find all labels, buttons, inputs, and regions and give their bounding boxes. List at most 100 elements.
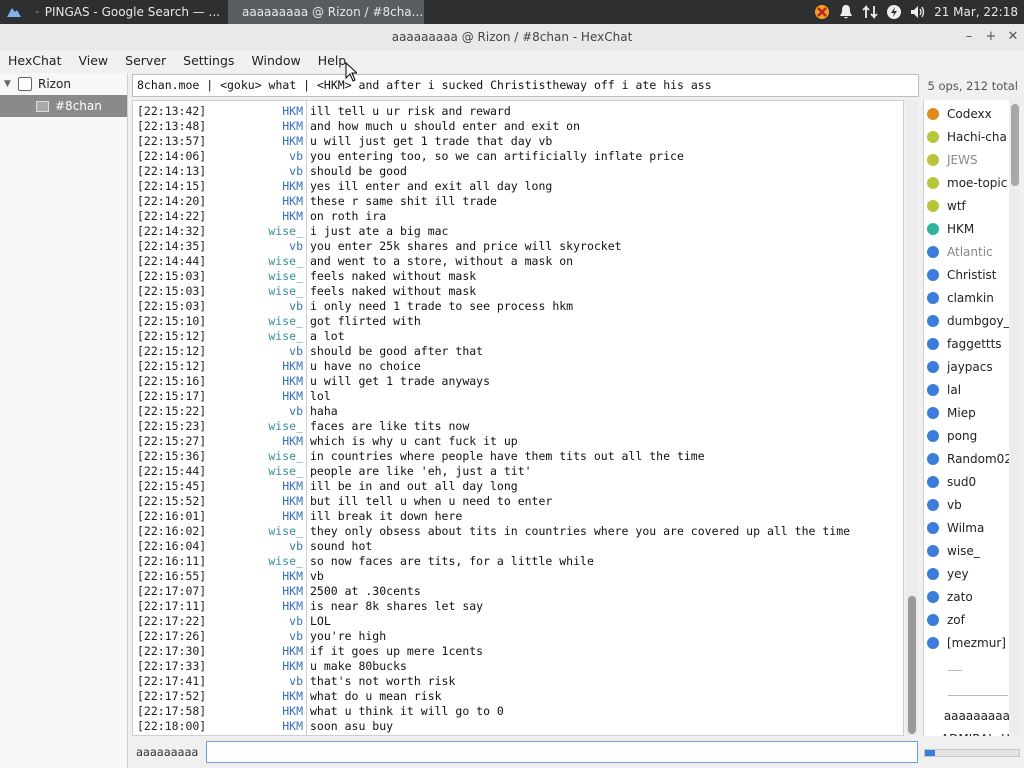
message-nick[interactable]: vb bbox=[225, 239, 303, 254]
user-list-scrollbar-thumb[interactable] bbox=[1011, 104, 1019, 186]
message-input[interactable] bbox=[206, 741, 918, 763]
message-nick[interactable]: HKM bbox=[225, 434, 303, 449]
message-nick[interactable]: vb bbox=[225, 614, 303, 629]
hexchat-tray-icon[interactable] bbox=[814, 4, 830, 20]
message-nick[interactable]: vb bbox=[225, 674, 303, 689]
user-list-item[interactable]: clamkin bbox=[924, 286, 1009, 309]
user-list-item[interactable]: Random024 bbox=[924, 447, 1009, 470]
message-nick[interactable]: wise_ bbox=[225, 524, 303, 539]
taskbar-item-firefox[interactable]: PINGAS - Google Search — ... bbox=[28, 0, 228, 24]
user-list-item[interactable]: sud0 bbox=[924, 470, 1009, 493]
user-list-item[interactable]: [mezmur] bbox=[924, 631, 1009, 654]
message-nick[interactable]: HKM bbox=[225, 479, 303, 494]
tree-server-rizon[interactable]: ▼ Rizon bbox=[0, 73, 127, 95]
user-list-item[interactable]: moe-topic bbox=[924, 171, 1009, 194]
user-list-item[interactable]: HKM bbox=[924, 217, 1009, 240]
user-list-item[interactable]: zof bbox=[924, 608, 1009, 631]
user-list-item[interactable]: Hachi-cha bbox=[924, 125, 1009, 148]
message-nick[interactable]: HKM bbox=[225, 659, 303, 674]
message-nick[interactable]: wise_ bbox=[225, 224, 303, 239]
user-list-item[interactable]: vb bbox=[924, 493, 1009, 516]
user-list-item[interactable]: Codexx bbox=[924, 102, 1009, 125]
notification-bell-icon[interactable] bbox=[838, 4, 854, 20]
message-nick[interactable]: vb bbox=[225, 344, 303, 359]
message-nick[interactable]: HKM bbox=[225, 179, 303, 194]
menu-view[interactable]: View bbox=[72, 53, 114, 68]
user-list-item[interactable]: Miep bbox=[924, 401, 1009, 424]
start-menu-button[interactable] bbox=[0, 0, 28, 24]
message-nick[interactable]: wise_ bbox=[225, 329, 303, 344]
message-nick[interactable]: wise_ bbox=[225, 284, 303, 299]
user-list-item[interactable]: lal bbox=[924, 378, 1009, 401]
user-list-item[interactable]: yey bbox=[924, 562, 1009, 585]
message-nick[interactable]: wise_ bbox=[225, 419, 303, 434]
message-timestamp: [22:15:03] bbox=[137, 299, 207, 313]
message-nick[interactable]: HKM bbox=[225, 134, 303, 149]
message-nick[interactable]: vb bbox=[225, 164, 303, 179]
menu-settings[interactable]: Settings bbox=[177, 53, 240, 68]
user-list-item[interactable]: faggettts bbox=[924, 332, 1009, 355]
message-nick[interactable]: HKM bbox=[225, 644, 303, 659]
message-nick[interactable]: HKM bbox=[225, 689, 303, 704]
message-nick[interactable]: wise_ bbox=[225, 254, 303, 269]
message-nick[interactable]: HKM bbox=[225, 209, 303, 224]
message-nick[interactable]: HKM bbox=[225, 374, 303, 389]
user-list-item[interactable]: jaypacs bbox=[924, 355, 1009, 378]
maximize-icon[interactable]: + bbox=[984, 27, 998, 45]
chat-scrollbar[interactable] bbox=[906, 100, 918, 736]
message-nick[interactable]: vb bbox=[225, 299, 303, 314]
message-nick[interactable]: HKM bbox=[225, 194, 303, 209]
user-list-item[interactable]: ADMIRAL_H bbox=[924, 727, 1009, 737]
chat-log[interactable]: [22:13:42] HKM ill tell u ur risk and rewa… bbox=[132, 100, 904, 736]
message-nick[interactable]: HKM bbox=[225, 584, 303, 599]
message-nick[interactable]: wise_ bbox=[225, 554, 303, 569]
power-icon[interactable] bbox=[886, 4, 902, 20]
user-list-item[interactable]: aaaaaaaaa bbox=[924, 704, 1009, 727]
message-nick[interactable]: wise_ bbox=[225, 464, 303, 479]
message-nick[interactable]: HKM bbox=[225, 569, 303, 584]
menu-server[interactable]: Server bbox=[119, 53, 172, 68]
tree-channel-8chan[interactable]: #8chan bbox=[0, 95, 127, 117]
message-nick[interactable]: wise_ bbox=[225, 314, 303, 329]
message-nick[interactable]: wise_ bbox=[225, 269, 303, 284]
message-nick[interactable]: HKM bbox=[225, 389, 303, 404]
clock[interactable]: 21 Mar, 22:18 bbox=[934, 5, 1018, 19]
message-nick[interactable]: HKM bbox=[225, 104, 303, 119]
user-list-scrollbar[interactable] bbox=[1010, 100, 1020, 736]
message-nick[interactable]: HKM bbox=[225, 494, 303, 509]
message-nick[interactable]: HKM bbox=[225, 704, 303, 719]
user-list-item[interactable]: JEWS bbox=[924, 148, 1009, 171]
window-titlebar[interactable]: aaaaaaaaa @ Rizon / #8chan - HexChat – +… bbox=[0, 24, 1024, 50]
volume-icon[interactable] bbox=[910, 4, 926, 20]
chat-scrollbar-thumb[interactable] bbox=[908, 596, 916, 734]
user-name: faggettts bbox=[947, 336, 1002, 351]
user-list-item[interactable]: Wilma bbox=[924, 516, 1009, 539]
user-list-item[interactable]: dumbgoy_ bbox=[924, 309, 1009, 332]
message-nick[interactable]: HKM bbox=[225, 509, 303, 524]
user-list-item[interactable]: pong bbox=[924, 424, 1009, 447]
user-list-item[interactable]: wise_ bbox=[924, 539, 1009, 562]
message-nick[interactable]: HKM bbox=[225, 719, 303, 734]
message-nick[interactable]: HKM bbox=[225, 599, 303, 614]
nick-button[interactable]: aaaaaaaaa bbox=[132, 742, 202, 762]
close-icon[interactable]: ✕ bbox=[1006, 27, 1020, 45]
message-nick[interactable]: HKM bbox=[225, 359, 303, 374]
message-nick[interactable]: vb bbox=[225, 539, 303, 554]
user-list-item[interactable]: zato bbox=[924, 585, 1009, 608]
user-list-item[interactable]: Christist bbox=[924, 263, 1009, 286]
message-nick[interactable]: vb bbox=[225, 629, 303, 644]
message-nick[interactable]: vb bbox=[225, 404, 303, 419]
user-list-item[interactable]: wtf bbox=[924, 194, 1009, 217]
topic-bar[interactable]: 8chan.moe | <goku> what | <HKM> and afte… bbox=[132, 74, 919, 97]
menu-window[interactable]: Window bbox=[245, 53, 306, 68]
minimize-icon[interactable]: – bbox=[962, 27, 976, 45]
message-nick[interactable]: HKM bbox=[225, 119, 303, 134]
menu-hexchat[interactable]: HexChat bbox=[2, 53, 67, 68]
taskbar-item-hexchat[interactable]: aaaaaaaaa @ Rizon / #8cha... bbox=[228, 0, 424, 24]
user-list-item[interactable]: Atlantic bbox=[924, 240, 1009, 263]
message-nick[interactable]: vb bbox=[225, 149, 303, 164]
user-list[interactable]: Codexx Hachi-cha JEWS moe-topic wtf HKM Atlant… bbox=[923, 100, 1009, 736]
expand-arrow-icon[interactable]: ▼ bbox=[4, 79, 18, 89]
message-nick[interactable]: wise_ bbox=[225, 449, 303, 464]
network-transfer-icon[interactable] bbox=[862, 4, 878, 20]
